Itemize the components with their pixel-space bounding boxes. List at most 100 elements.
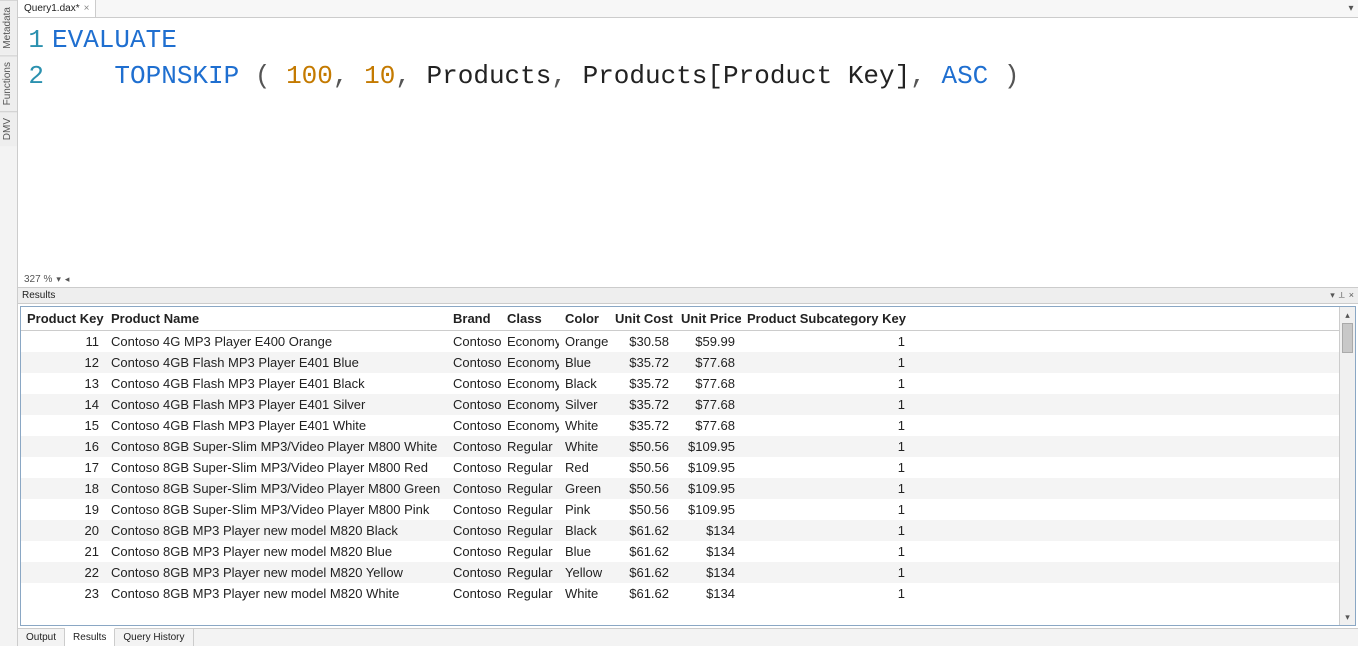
results-panel-header: Results ▾ ⟂ × — [18, 288, 1358, 304]
code-line[interactable]: TOPNSKIP ( 100, 10, Products, Products[P… — [52, 58, 1358, 94]
zoom-dropdown-icon[interactable]: ▾ — [56, 274, 61, 285]
cell-color: Blue — [559, 541, 609, 562]
bottom-tab-output[interactable]: Output — [18, 629, 65, 646]
cell-class: Regular — [501, 436, 559, 457]
panel-dropdown-icon[interactable]: ▾ — [1330, 290, 1335, 301]
table-row[interactable]: 18Contoso 8GB Super-Slim MP3/Video Playe… — [21, 478, 1355, 499]
table-row[interactable]: 21Contoso 8GB MP3 Player new model M820 … — [21, 541, 1355, 562]
column-header-color[interactable]: Color — [559, 307, 609, 331]
table-row[interactable]: 23Contoso 8GB MP3 Player new model M820 … — [21, 583, 1355, 604]
cell-name: Contoso 4GB Flash MP3 Player E401 White — [105, 415, 447, 436]
panel-close-icon[interactable]: × — [1349, 290, 1354, 301]
column-header-brand[interactable]: Brand — [447, 307, 501, 331]
cell-price: $77.68 — [675, 373, 741, 394]
cell-cost: $61.62 — [609, 583, 675, 604]
cell-cost: $30.58 — [609, 331, 675, 353]
cell-price: $77.68 — [675, 415, 741, 436]
cell-psk: 1 — [741, 394, 911, 415]
side-tab-metadata[interactable]: Metadata — [0, 0, 17, 55]
results-vertical-scrollbar[interactable]: ▴ ▾ — [1339, 307, 1355, 625]
results-grid[interactable]: Product KeyProduct NameBrandClassColorUn… — [21, 307, 1355, 604]
table-row[interactable]: 14Contoso 4GB Flash MP3 Player E401 Silv… — [21, 394, 1355, 415]
cell-psk: 1 — [741, 583, 911, 604]
scroll-down-icon[interactable]: ▾ — [1340, 609, 1355, 625]
column-header-cost[interactable]: Unit Cost — [609, 307, 675, 331]
cell-name: Contoso 4GB Flash MP3 Player E401 Blue — [105, 352, 447, 373]
close-icon[interactable]: × — [84, 3, 90, 14]
cell-psk: 1 — [741, 499, 911, 520]
table-row[interactable]: 20Contoso 8GB MP3 Player new model M820 … — [21, 520, 1355, 541]
cell-price: $109.95 — [675, 478, 741, 499]
zoom-left-icon[interactable]: ◂ — [65, 274, 70, 285]
table-row[interactable]: 16Contoso 8GB Super-Slim MP3/Video Playe… — [21, 436, 1355, 457]
cell-pk: 19 — [21, 499, 105, 520]
table-row[interactable]: 19Contoso 8GB Super-Slim MP3/Video Playe… — [21, 499, 1355, 520]
column-header-pk[interactable]: Product Key — [21, 307, 105, 331]
table-row[interactable]: 11Contoso 4G MP3 Player E400 OrangeConto… — [21, 331, 1355, 353]
cell-class: Regular — [501, 562, 559, 583]
document-tab[interactable]: Query1.dax* × — [18, 0, 96, 17]
tabstrip-dropdown-icon[interactable]: ▾ — [1344, 0, 1358, 17]
column-header-name[interactable]: Product Name — [105, 307, 447, 331]
cell-price: $109.95 — [675, 436, 741, 457]
bottom-tab-strip: OutputResultsQuery History — [18, 628, 1358, 646]
cell-brand: Contoso — [447, 520, 501, 541]
code-token — [988, 61, 1004, 91]
cell-color: Yellow — [559, 562, 609, 583]
bottom-tab-results[interactable]: Results — [65, 628, 115, 646]
side-tab-dmv[interactable]: DMV — [0, 111, 17, 146]
scroll-up-icon[interactable]: ▴ — [1340, 307, 1355, 323]
column-header-psk[interactable]: Product Subcategory Key — [741, 307, 911, 331]
cell-pk: 20 — [21, 520, 105, 541]
cell-price: $134 — [675, 520, 741, 541]
code-editor[interactable]: 1EVALUATE2 TOPNSKIP ( 100, 10, Products,… — [18, 18, 1358, 288]
table-row[interactable]: 13Contoso 4GB Flash MP3 Player E401 Blac… — [21, 373, 1355, 394]
cell-name: Contoso 8GB Super-Slim MP3/Video Player … — [105, 478, 447, 499]
cell-name: Contoso 8GB Super-Slim MP3/Video Player … — [105, 436, 447, 457]
code-token: , — [551, 61, 567, 91]
cell-color: Red — [559, 457, 609, 478]
cell-psk: 1 — [741, 373, 911, 394]
table-row[interactable]: 22Contoso 8GB MP3 Player new model M820 … — [21, 562, 1355, 583]
column-header-price[interactable]: Unit Price — [675, 307, 741, 331]
cell-color: Black — [559, 373, 609, 394]
side-tab-functions[interactable]: Functions — [0, 55, 17, 111]
cell-pk: 23 — [21, 583, 105, 604]
bottom-tab-query-history[interactable]: Query History — [115, 629, 193, 646]
table-row[interactable]: 12Contoso 4GB Flash MP3 Player E401 Blue… — [21, 352, 1355, 373]
cell-brand: Contoso — [447, 499, 501, 520]
code-token: , — [333, 61, 349, 91]
table-row[interactable]: 17Contoso 8GB Super-Slim MP3/Video Playe… — [21, 457, 1355, 478]
cell-name: Contoso 8GB Super-Slim MP3/Video Player … — [105, 499, 447, 520]
cell-cost: $61.62 — [609, 562, 675, 583]
code-token: EVALUATE — [52, 25, 177, 55]
cell-pk: 16 — [21, 436, 105, 457]
code-token: ( — [255, 61, 271, 91]
cell-color: Green — [559, 478, 609, 499]
cell-brand: Contoso — [447, 352, 501, 373]
cell-brand: Contoso — [447, 478, 501, 499]
cell-pk: 13 — [21, 373, 105, 394]
scrollbar-thumb[interactable] — [1342, 323, 1353, 353]
panel-pin-icon[interactable]: ⟂ — [1339, 290, 1345, 301]
code-line[interactable]: EVALUATE — [52, 22, 1358, 58]
code-token: ) — [1004, 61, 1020, 91]
code-token — [926, 61, 942, 91]
cell-cost: $50.56 — [609, 478, 675, 499]
cell-class: Regular — [501, 583, 559, 604]
cell-brand: Contoso — [447, 373, 501, 394]
table-row[interactable]: 15Contoso 4GB Flash MP3 Player E401 Whit… — [21, 415, 1355, 436]
cell-color: Orange — [559, 331, 609, 353]
cell-brand: Contoso — [447, 415, 501, 436]
code-token: , — [395, 61, 411, 91]
cell-class: Economy — [501, 331, 559, 353]
cell-class: Regular — [501, 499, 559, 520]
cell-class: Regular — [501, 541, 559, 562]
cell-price: $134 — [675, 562, 741, 583]
cell-name: Contoso 4GB Flash MP3 Player E401 Silver — [105, 394, 447, 415]
cell-color: White — [559, 583, 609, 604]
column-header-class[interactable]: Class — [501, 307, 559, 331]
cell-color: Pink — [559, 499, 609, 520]
cell-cost: $50.56 — [609, 499, 675, 520]
cell-color: Black — [559, 520, 609, 541]
